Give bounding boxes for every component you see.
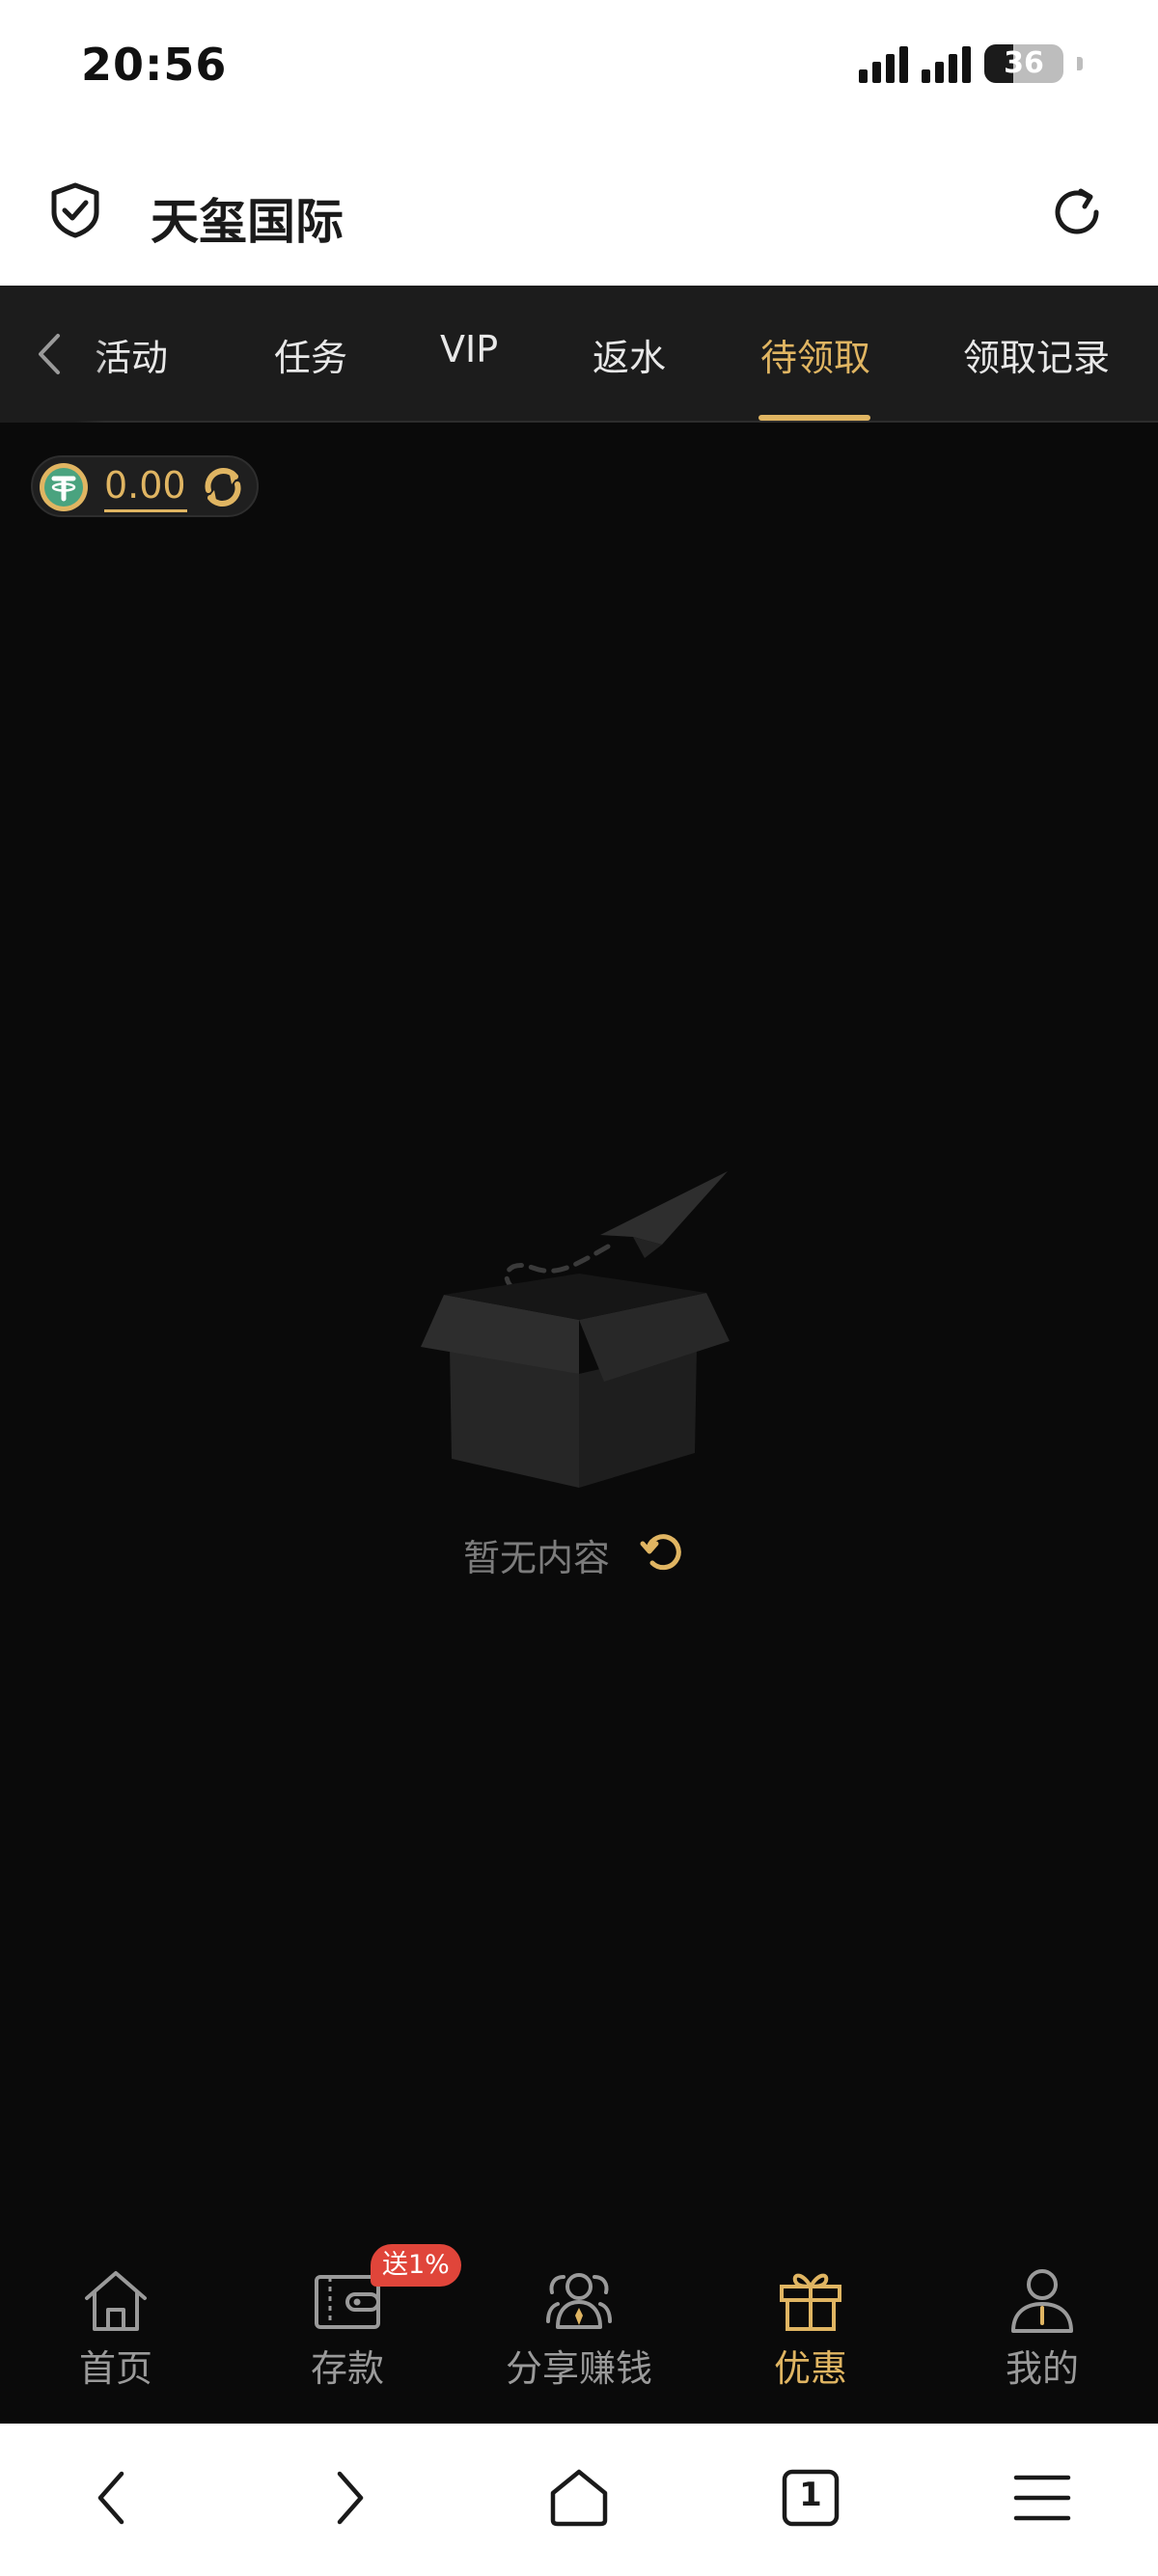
status-time: 20:56 xyxy=(81,39,228,91)
refresh-icon[interactable] xyxy=(1046,181,1108,243)
nav-promotions[interactable]: 优惠 xyxy=(695,2227,926,2424)
tabs-button[interactable]: 1 xyxy=(777,2464,844,2532)
chevron-left-icon[interactable] xyxy=(29,330,71,378)
empty-box-icon xyxy=(421,1171,730,1488)
profile-icon xyxy=(1011,2269,1073,2333)
deposit-bonus-badge: 送1% xyxy=(371,2244,461,2287)
nav-label: 我的 xyxy=(1005,2347,1079,2390)
tab-pending[interactable]: 待领取 xyxy=(760,328,870,381)
nav-share-earn[interactable]: 分享赚钱 xyxy=(463,2227,695,2424)
share-users-icon xyxy=(546,2273,612,2329)
nav-label: 存款 xyxy=(310,2347,384,2390)
balance-pill[interactable]: 0.00 xyxy=(31,455,259,517)
active-tab-indicator xyxy=(758,415,870,421)
empty-state-text: 暂无内容 xyxy=(463,1537,611,1579)
nav-label: 分享赚钱 xyxy=(505,2347,652,2390)
gift-icon xyxy=(780,2273,841,2331)
nav-label: 首页 xyxy=(78,2347,152,2390)
app-header: 天玺国际 xyxy=(0,135,1158,286)
tab-count: 1 xyxy=(799,2476,822,2514)
tab-rebate[interactable]: 返水 xyxy=(593,328,666,381)
signal-icon xyxy=(859,44,908,83)
signal-icon xyxy=(922,44,971,83)
home-icon xyxy=(85,2271,147,2331)
menu-icon[interactable] xyxy=(1008,2464,1076,2532)
status-indicators: 36 xyxy=(859,44,1083,83)
tab-tasks[interactable]: 任务 xyxy=(274,328,347,381)
reload-icon[interactable] xyxy=(637,1526,687,1576)
nav-profile[interactable]: 我的 xyxy=(926,2227,1158,2424)
battery-icon: 36 xyxy=(984,44,1063,83)
home-icon[interactable] xyxy=(545,2464,613,2532)
browser-toolbar: 1 xyxy=(0,2424,1158,2576)
nav-home[interactable]: 首页 xyxy=(0,2227,232,2424)
balance-value: 0.00 xyxy=(104,464,186,507)
battery-level: 36 xyxy=(1004,46,1044,80)
tabs-bar: 活动 任务 VIP 返水 待领取 领取记录 xyxy=(0,286,1158,423)
refresh-balance-icon[interactable] xyxy=(199,463,247,511)
tab-vip[interactable]: VIP xyxy=(440,328,498,370)
battery-tip xyxy=(1077,57,1083,70)
tab-claim-records[interactable]: 领取记录 xyxy=(963,328,1110,381)
nav-label: 优惠 xyxy=(773,2347,847,2390)
status-bar: 20:56 36 xyxy=(0,0,1158,135)
page-title: 天玺国际 xyxy=(151,194,344,250)
back-icon[interactable] xyxy=(81,2464,149,2532)
usdt-icon xyxy=(40,463,88,511)
forward-icon[interactable] xyxy=(313,2464,380,2532)
shield-check-icon[interactable] xyxy=(44,179,106,241)
balance-underline xyxy=(104,509,187,512)
bottom-nav: 首页 存款 分享赚钱 优惠 我的 xyxy=(0,2227,1158,2424)
